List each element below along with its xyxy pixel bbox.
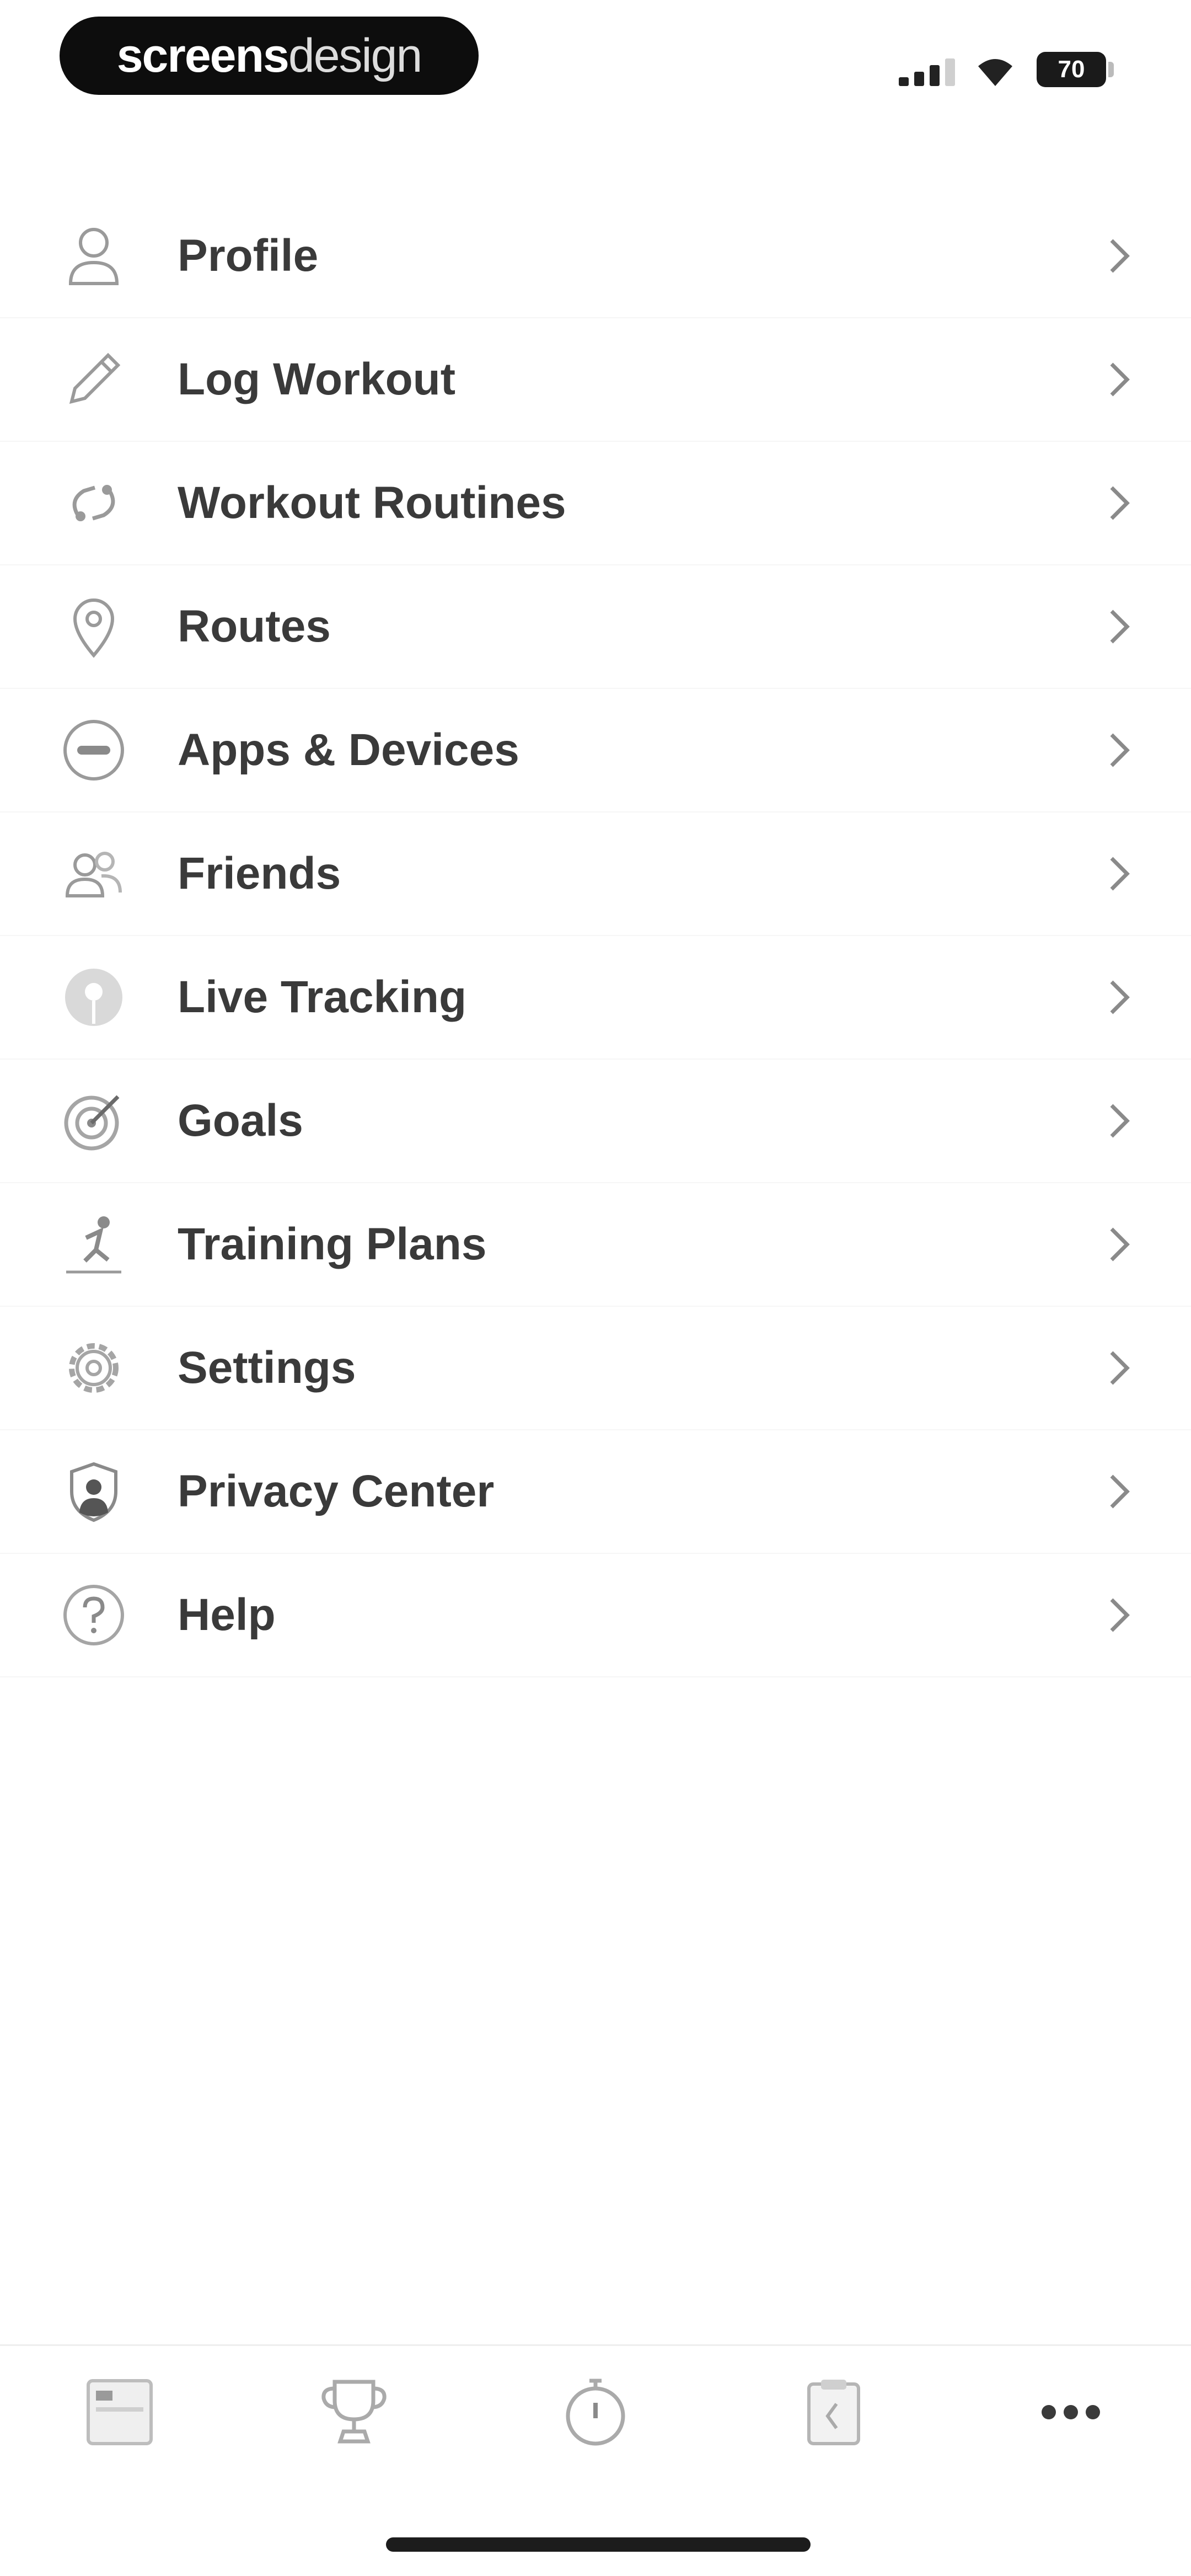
chevron-right-icon (1103, 359, 1136, 400)
menu-item-log-workout[interactable]: Log Workout (0, 318, 1191, 442)
chevron-right-icon (1103, 1223, 1136, 1265)
chevron-right-icon (1103, 1471, 1136, 1513)
home-indicator[interactable] (386, 2537, 811, 2552)
menu-item-label: Friends (178, 848, 341, 899)
devices-icon (55, 712, 132, 789)
target-icon (55, 1082, 132, 1159)
pencil-icon (55, 341, 132, 418)
menu-item-label: Apps & Devices (178, 725, 519, 775)
menu-item-workout-routines[interactable]: Workout Routines (0, 442, 1191, 565)
chevron-right-icon (1103, 1347, 1136, 1389)
cellular-signal-icon (899, 57, 959, 86)
menu-item-privacy-center[interactable]: Privacy Center (0, 1430, 1191, 1554)
menu-item-profile[interactable]: Profile (0, 195, 1191, 318)
brand-logo-light: design (288, 29, 422, 82)
menu-item-label: Training Plans (178, 1219, 487, 1269)
battery-icon: 70 (1037, 52, 1106, 87)
menu-item-label: Log Workout (178, 354, 456, 404)
gear-icon (55, 1329, 132, 1407)
help-icon (55, 1576, 132, 1654)
clipboard-icon (807, 2380, 860, 2445)
person-icon (55, 217, 132, 295)
menu-item-live-tracking[interactable]: Live Tracking (0, 936, 1191, 1060)
menu-item-label: Routes (178, 601, 331, 651)
menu-item-settings[interactable]: Settings (0, 1307, 1191, 1430)
friends-icon (55, 835, 132, 912)
brand-logo-bold: screens (116, 29, 289, 82)
menu-item-training-plans[interactable]: Training Plans (0, 1183, 1191, 1307)
tab-feed[interactable] (76, 2368, 164, 2456)
chevron-right-icon (1103, 1594, 1136, 1636)
feed-icon (87, 2379, 153, 2445)
menu-item-label: Profile (178, 231, 319, 281)
chevron-right-icon (1103, 606, 1136, 648)
chevron-right-icon (1103, 482, 1136, 524)
menu-item-label: Help (178, 1590, 276, 1640)
menu-item-label: Live Tracking (178, 972, 467, 1022)
chevron-right-icon (1103, 853, 1136, 895)
menu-item-label: Privacy Center (178, 1466, 495, 1516)
menu-item-friends[interactable]: Friends (0, 813, 1191, 936)
tab-training[interactable] (790, 2368, 878, 2456)
menu-item-apps-devices[interactable]: Apps & Devices (0, 689, 1191, 813)
routines-icon (55, 464, 132, 542)
chevron-right-icon (1103, 729, 1136, 771)
map-pin-icon (55, 588, 132, 665)
menu-item-help[interactable]: Help (0, 1554, 1191, 1677)
battery-level: 70 (1058, 56, 1085, 83)
battery-cap (1108, 62, 1114, 77)
more-menu-list: Profile Log Workout Workout Routines Rou… (0, 195, 1191, 1677)
menu-item-label: Goals (178, 1095, 303, 1146)
tab-record[interactable] (551, 2368, 640, 2456)
menu-item-goals[interactable]: Goals (0, 1060, 1191, 1183)
chevron-right-icon (1103, 1100, 1136, 1142)
tab-challenges[interactable] (310, 2368, 398, 2456)
more-icon (1042, 2405, 1100, 2419)
menu-item-label: Workout Routines (178, 478, 566, 528)
tab-more[interactable] (1027, 2368, 1115, 2456)
menu-item-label: Settings (178, 1343, 356, 1393)
menu-item-routes[interactable]: Routes (0, 565, 1191, 689)
wifi-icon (976, 54, 1015, 87)
bottom-tab-bar (0, 2344, 1191, 2478)
chevron-right-icon (1103, 976, 1136, 1018)
shield-person-icon (55, 1453, 132, 1530)
chevron-right-icon (1103, 235, 1136, 277)
runner-icon (55, 1206, 132, 1283)
status-bar: screens design 70 (0, 0, 1191, 110)
stopwatch-icon (566, 2379, 625, 2446)
live-tracking-icon (55, 959, 132, 1036)
trophy-icon (321, 2380, 387, 2444)
brand-logo: screens design (60, 17, 479, 95)
